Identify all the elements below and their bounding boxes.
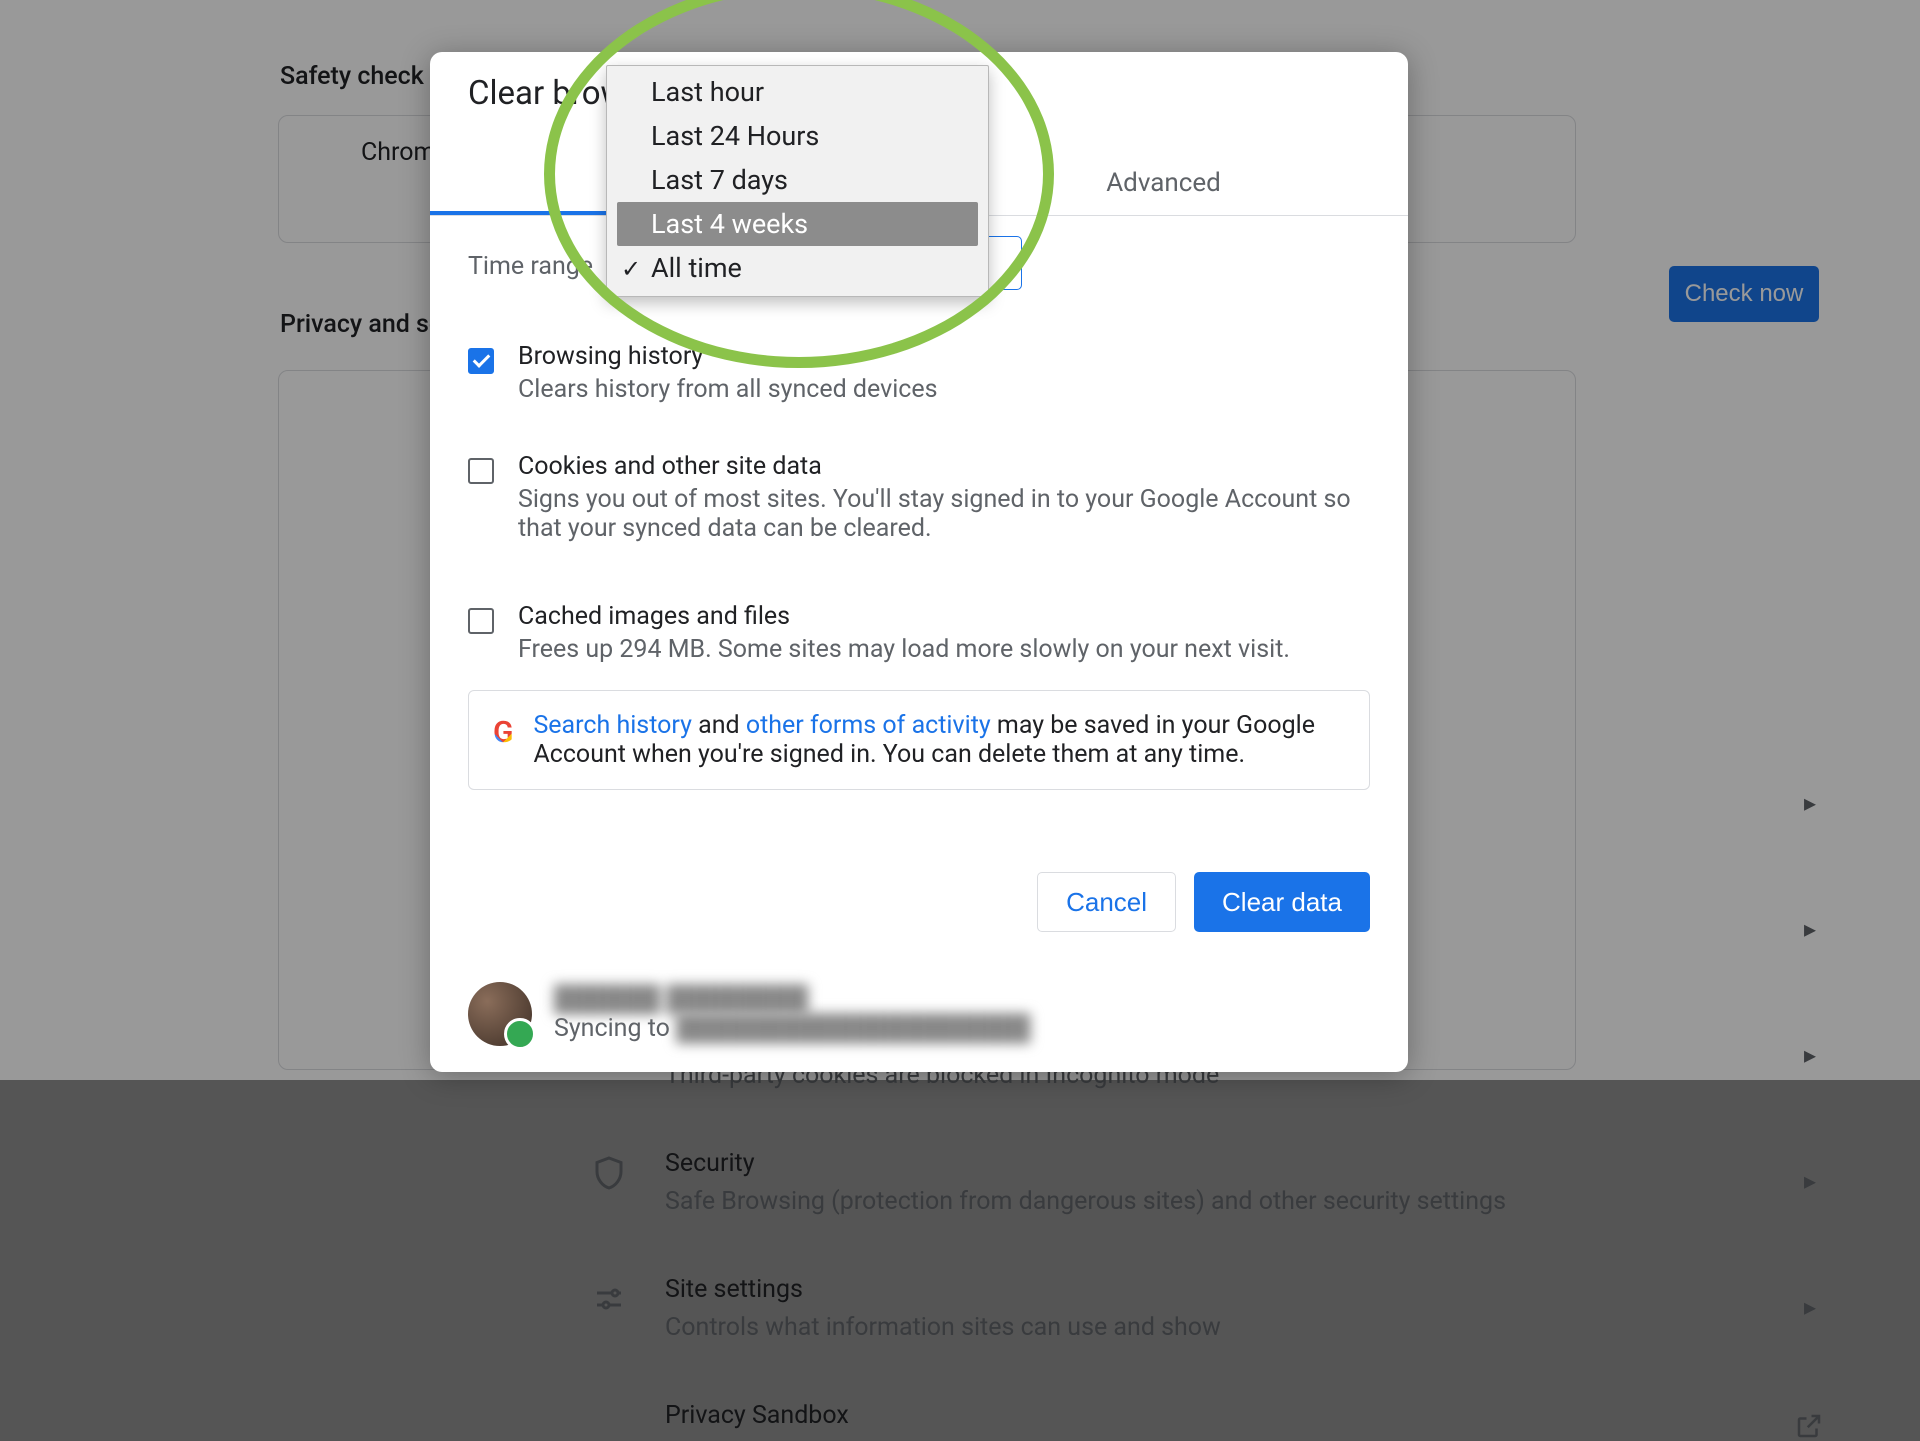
option-description: Frees up 294 MB. Some sites may load mor… [518,635,1370,664]
row-title-privacy-sandbox[interactable]: Privacy Sandbox [665,1401,849,1430]
row-sub-site-settings: Controls what information sites can use … [665,1313,1221,1342]
checkbox-browsing-history[interactable] [468,348,494,374]
chevron-right-icon: ▸ [1804,789,1816,817]
sliders-icon [591,1281,627,1317]
dropdown-option-last-4-weeks[interactable]: Last 4 weeks [617,202,978,246]
dropdown-option-all-time[interactable]: ✓All time [607,246,988,290]
clear-data-button[interactable]: Clear data [1194,872,1370,932]
row-sub-security: Safe Browsing (protection from dangerous… [665,1187,1506,1216]
account-name-redacted: ██████ ████████ [554,985,1030,1014]
chevron-right-icon: ▸ [1804,1167,1816,1195]
cancel-button[interactable]: Cancel [1037,872,1176,932]
row-title-security[interactable]: Security [665,1149,755,1178]
chevron-right-icon: ▸ [1804,915,1816,943]
search-history-link[interactable]: Search history [533,711,691,740]
option-title: Cached images and files [518,602,1370,631]
option-row-cache: Cached images and files Frees up 294 MB.… [468,602,1370,664]
account-email-redacted: ████████████████████ [676,1014,1030,1043]
option-row-browsing-history: Browsing history Clears history from all… [468,342,1370,404]
avatar [468,982,532,1046]
check-icon: ✓ [621,255,641,283]
tab-advanced[interactable]: Advanced [919,150,1408,215]
checkbox-cache[interactable] [468,608,494,634]
dropdown-option-last-hour[interactable]: Last hour [607,70,988,114]
google-account-info-box: G Search history and other forms of acti… [468,690,1370,790]
info-text: Search history and other forms of activi… [533,711,1345,769]
time-range-dropdown: Last hour Last 24 Hours Last 7 days Last… [606,65,989,297]
syncing-to-label: Syncing to ████████████████████ [554,1014,1030,1043]
time-range-label: Time range [468,252,593,281]
chevron-right-icon: ▸ [1804,1293,1816,1321]
external-link-icon [1794,1411,1824,1441]
shield-outline-icon [591,1155,627,1191]
google-logo-icon: G [493,715,513,769]
option-title: Cookies and other site data [518,452,1370,481]
option-title: Browsing history [518,342,1370,371]
option-description: Clears history from all synced devices [518,375,1370,404]
row-title-site-settings[interactable]: Site settings [665,1275,803,1304]
sync-account-row: ██████ ████████ Syncing to █████████████… [468,982,1030,1046]
dialog-footer: Cancel Clear data [1037,872,1370,932]
chevron-right-icon: ▸ [1804,1041,1816,1069]
option-row-cookies: Cookies and other site data Signs you ou… [468,452,1370,543]
other-activity-link[interactable]: other forms of activity [746,711,991,740]
check-now-button[interactable]: Check now [1669,266,1819,322]
dropdown-option-last-7-days[interactable]: Last 7 days [607,158,988,202]
dropdown-option-last-24-hours[interactable]: Last 24 Hours [607,114,988,158]
checkbox-cookies[interactable] [468,458,494,484]
safety-check-heading: Safety check [280,62,424,91]
option-description: Signs you out of most sites. You'll stay… [518,485,1370,543]
